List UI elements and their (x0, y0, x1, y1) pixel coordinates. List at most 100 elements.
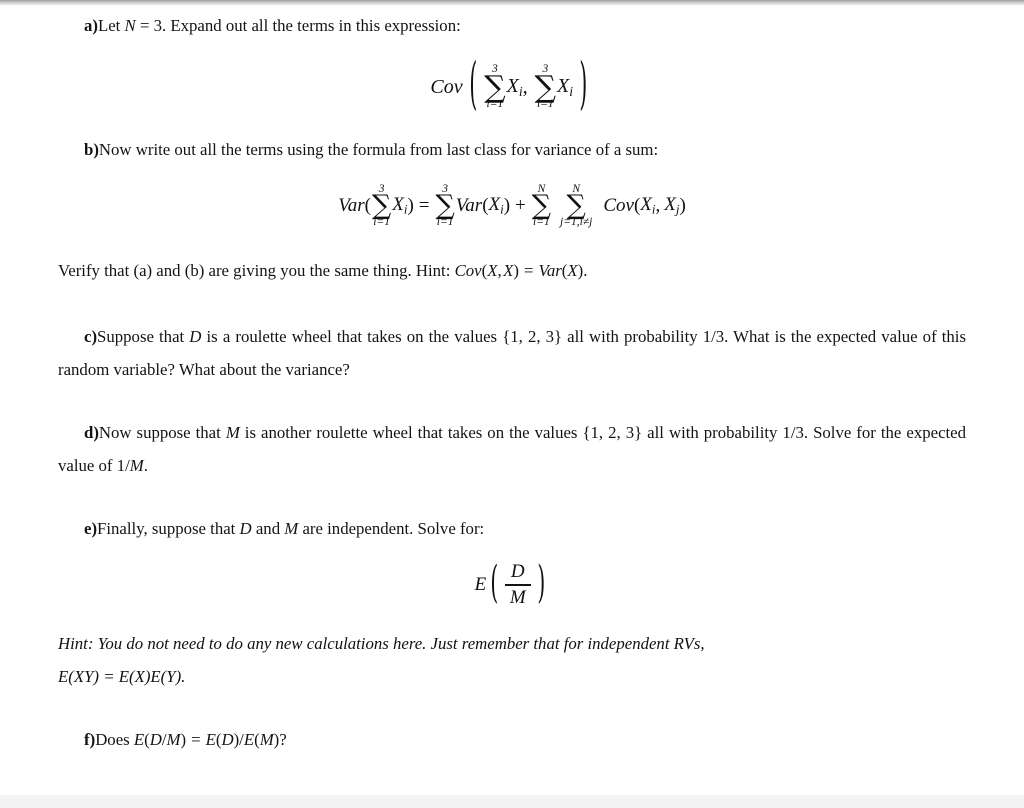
part-e-text-post: are independent. Solve for: (298, 519, 485, 539)
window-bottom-band (0, 795, 1024, 808)
formula-b-display: Var ( 3 ∑ i=1 Xi ) = 3 ∑ i=1 Var ( Xi ) (58, 183, 966, 228)
x-symbol: X (640, 194, 652, 216)
part-a-text-pre: Let (97, 16, 125, 35)
formula-b-row: Var ( 3 ∑ i=1 Xi ) = 3 ∑ i=1 Var ( Xi ) (338, 183, 686, 228)
part-e-text-and: and (251, 519, 285, 539)
sigma-icon: ∑ (566, 190, 586, 222)
part-a-paragraph: a)Let N = 3. Expand out all the terms in… (58, 9, 966, 42)
symbol-D-f2: D (221, 730, 234, 750)
x-symbol: X (567, 261, 578, 281)
part-c-value-set: {1, 2, 3} (502, 327, 563, 347)
x-subscript-i: i (569, 83, 574, 99)
part-f-paragraph: f)Does E(D/M) = E(D)/E(M)? (58, 723, 966, 756)
expectation-operator-f3: E (243, 730, 255, 750)
document-body: a)Let N = 3. Expand out all the terms in… (0, 6, 1024, 756)
paren-close-3: ) (679, 194, 686, 216)
formula-a-display: Cov ( 3 ∑ i=1 Xi , 3 ∑ i=1 Xi ) (58, 58, 966, 114)
comma-separator: , (522, 75, 528, 98)
part-d-label: d) (84, 423, 99, 443)
symbol-D-f1: D (149, 730, 162, 750)
symbol-M: M (225, 423, 240, 443)
summation-b4-lower-limit: j=1,i≠j (560, 215, 593, 228)
part-d-value-set: {1, 2, 3} (582, 423, 643, 443)
plus-sign: + (515, 194, 526, 216)
symbol-M-f1: M (166, 730, 181, 750)
part-c-label: c) (84, 327, 98, 347)
term-x-j: Xj (664, 194, 679, 218)
paren-open-1: ( (364, 194, 371, 216)
part-a-label: a) (84, 16, 98, 35)
summation-2: 3 ∑ i=1 (534, 63, 557, 111)
part-d-text-mid: is another roulette wheel that takes on … (239, 423, 583, 443)
big-paren-open: ( (468, 54, 477, 118)
sigma-icon: ∑ (534, 69, 557, 105)
symbol-M-2: M (129, 456, 144, 476)
symbol-D: D (189, 327, 202, 347)
fraction-numerator: D (510, 561, 525, 583)
summation-b1: 3 ∑ i=1 (371, 183, 392, 228)
part-c-text-pre: Suppose that (97, 327, 190, 347)
verify-paragraph: Verify that (a) and (b) are giving you t… (58, 254, 966, 287)
part-c-paragraph: c)Suppose that D is a roulette wheel tha… (58, 320, 966, 386)
term-x-i-b3: Xi (640, 194, 655, 218)
summation-b2-lower-limit: i=1 (436, 215, 454, 228)
x-symbol: X (557, 75, 570, 97)
hint-line-2: E(XY) = E(X)E(Y). (58, 660, 966, 693)
summation-b1-lower-limit: i=1 (373, 215, 390, 228)
x-symbol: X (392, 194, 404, 216)
hint-formula: E(XY) = E(X)E(Y). (58, 667, 186, 687)
term-x-i-1: Xi (507, 75, 523, 100)
x-symbol: X (487, 261, 498, 281)
expectation-operator-f2: E (205, 730, 216, 750)
cov-operator-verify: Cov (454, 261, 482, 281)
part-e-text-pre: Finally, suppose that (97, 519, 240, 539)
fraction-d-over-m: D M (504, 561, 531, 609)
summation-1: 3 ∑ i=1 (484, 63, 506, 111)
big-paren-close: ) (579, 54, 588, 118)
part-d-text-end: . (143, 456, 148, 476)
x-symbol: X (664, 194, 676, 216)
symbol-N: N (124, 16, 136, 35)
formula-e-row: E ( D M ) (475, 561, 550, 609)
var-operator-verify: Var (538, 261, 562, 281)
hint-line-1: Hint: You do not need to do any new calc… (58, 627, 966, 660)
part-f-label: f) (84, 730, 96, 750)
part-e-label: e) (84, 519, 98, 539)
var-operator-2: Var (455, 194, 483, 216)
summation-b3: N ∑ i=1 (531, 183, 552, 228)
expectation-operator: E (474, 574, 487, 596)
formula-a-row: Cov ( 3 ∑ i=1 Xi , 3 ∑ i=1 Xi ) (430, 58, 593, 114)
sigma-icon: ∑ (371, 190, 392, 222)
part-e-paragraph: e)Finally, suppose that D and M are inde… (58, 512, 966, 545)
term-x-i-b2: Xi (489, 194, 504, 218)
summation-2-lower-limit: i=1 (536, 98, 554, 111)
part-f-text-pre: Does (95, 730, 134, 750)
part-b-label: b) (84, 139, 99, 159)
sigma-icon: ∑ (484, 69, 506, 105)
term-x-i-b1: Xi (392, 194, 407, 218)
big-paren-open-e: ( (490, 559, 499, 610)
part-c-text-mid: is a roulette wheel that takes on the va… (201, 327, 503, 347)
verify-formula: Cov(X, X) = Var(X). (455, 261, 588, 280)
sigma-icon: ∑ (435, 190, 455, 222)
var-operator-1: Var (338, 194, 365, 216)
part-f-formula: E(D/M) = E(D)/E(M)? (134, 730, 287, 749)
comma-separator-b: , (655, 194, 661, 216)
expectation-operator-f1: E (133, 730, 145, 750)
symbol-M-e: M (284, 519, 299, 539)
x-symbol: X (506, 75, 519, 97)
sigma-icon: ∑ (531, 190, 552, 222)
hint-text: Hint: You do not need to do any new calc… (58, 634, 705, 654)
equals-sign: = (523, 261, 534, 281)
symbol-D-e: D (239, 519, 252, 539)
symbol-M-f2: M (259, 730, 274, 750)
document-page: a)Let N = 3. Expand out all the terms in… (0, 6, 1024, 795)
part-d-text-pre: Now suppose that (98, 423, 226, 443)
